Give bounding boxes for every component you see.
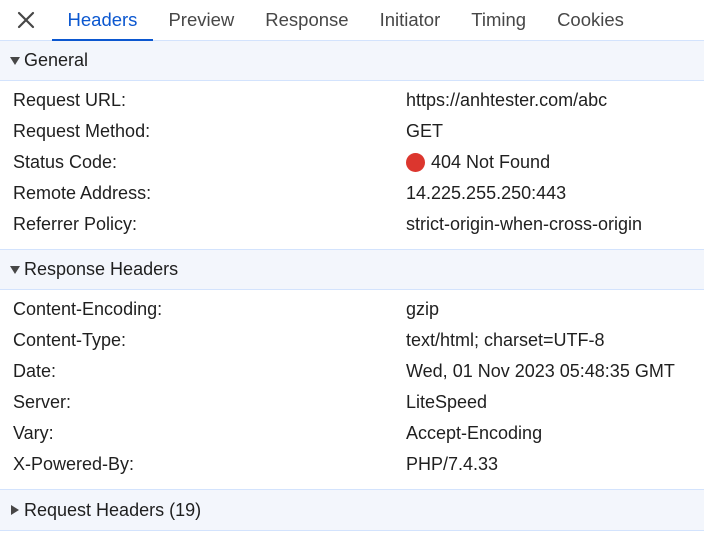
section-title: Response Headers <box>24 259 179 279</box>
tab-initiator[interactable]: Initiator <box>364 0 456 40</box>
header-row: Content-Type: text/html; charset=UTF-8 <box>0 325 704 356</box>
header-key: Request Method: <box>13 121 151 141</box>
header-value[interactable]: LiteSpeed <box>406 392 487 413</box>
header-row: Remote Address: 14.225.255.250:443 <box>0 178 704 209</box>
tab-preview[interactable]: Preview <box>153 0 250 40</box>
header-value[interactable]: PHP/7.4.33 <box>406 454 498 475</box>
header-value[interactable]: strict-origin-when-cross-origin <box>406 214 642 235</box>
header-value[interactable]: Wed, 01 Nov 2023 05:48:35 GMT <box>406 361 675 382</box>
status-text: 404 Not Found <box>431 152 551 172</box>
general-section-header[interactable]: General <box>0 41 704 81</box>
header-key: Date: <box>13 361 57 381</box>
header-value[interactable]: https://anhtester.com/abc <box>406 90 607 111</box>
response-headers-section: Response Headers Content-Encoding: gzip … <box>0 250 704 490</box>
header-key: Server: <box>13 392 72 412</box>
section-title: General <box>24 50 89 70</box>
header-row: Date: Wed, 01 Nov 2023 05:48:35 GMT <box>0 356 704 387</box>
triangle-down-icon <box>8 54 22 68</box>
status-code-value[interactable]: 404 Not Found <box>406 152 550 173</box>
tab-headers[interactable]: Headers <box>52 0 153 41</box>
header-row: Request URL: https://anhtester.com/abc <box>0 85 704 116</box>
header-row: Vary: Accept-Encoding <box>0 418 704 449</box>
header-value[interactable]: 14.225.255.250:443 <box>406 183 566 204</box>
header-row: Content-Encoding: gzip <box>0 294 704 325</box>
request-headers-section-header[interactable]: Request Headers (19) <box>0 490 704 530</box>
status-error-icon <box>406 153 425 172</box>
header-key: Content-Type: <box>13 330 127 350</box>
tab-response[interactable]: Response <box>250 0 364 40</box>
header-value[interactable]: text/html; charset=UTF-8 <box>406 330 605 351</box>
header-value[interactable]: gzip <box>406 299 439 320</box>
header-key: Request URL: <box>13 90 127 110</box>
header-key: Content-Encoding: <box>13 299 163 319</box>
tab-bar: Headers Preview Response Initiator Timin… <box>0 0 704 41</box>
header-key: Vary: <box>13 423 54 443</box>
header-value[interactable]: GET <box>406 121 443 142</box>
section-title: Request Headers (19) <box>24 499 202 520</box>
triangle-down-icon <box>8 263 22 277</box>
tab-timing[interactable]: Timing <box>456 0 542 40</box>
header-key: Referrer Policy: <box>13 214 138 234</box>
general-section: General Request URL: https://anhtester.c… <box>0 41 704 250</box>
triangle-right-icon <box>8 503 22 517</box>
header-row: Server: LiteSpeed <box>0 387 704 418</box>
tab-cookies[interactable]: Cookies <box>542 0 640 40</box>
header-key: X-Powered-By: <box>13 454 135 474</box>
close-icon[interactable] <box>0 0 52 40</box>
response-headers-section-header[interactable]: Response Headers <box>0 250 704 290</box>
header-key: Status Code: <box>13 152 118 172</box>
header-row: X-Powered-By: PHP/7.4.33 <box>0 449 704 480</box>
header-row: Referrer Policy: strict-origin-when-cros… <box>0 209 704 240</box>
header-row: Request Method: GET <box>0 116 704 147</box>
header-key: Remote Address: <box>13 183 152 203</box>
header-value[interactable]: Accept-Encoding <box>406 423 542 444</box>
request-headers-section: Request Headers (19) <box>0 490 704 531</box>
header-row: Status Code: 404 Not Found <box>0 147 704 178</box>
